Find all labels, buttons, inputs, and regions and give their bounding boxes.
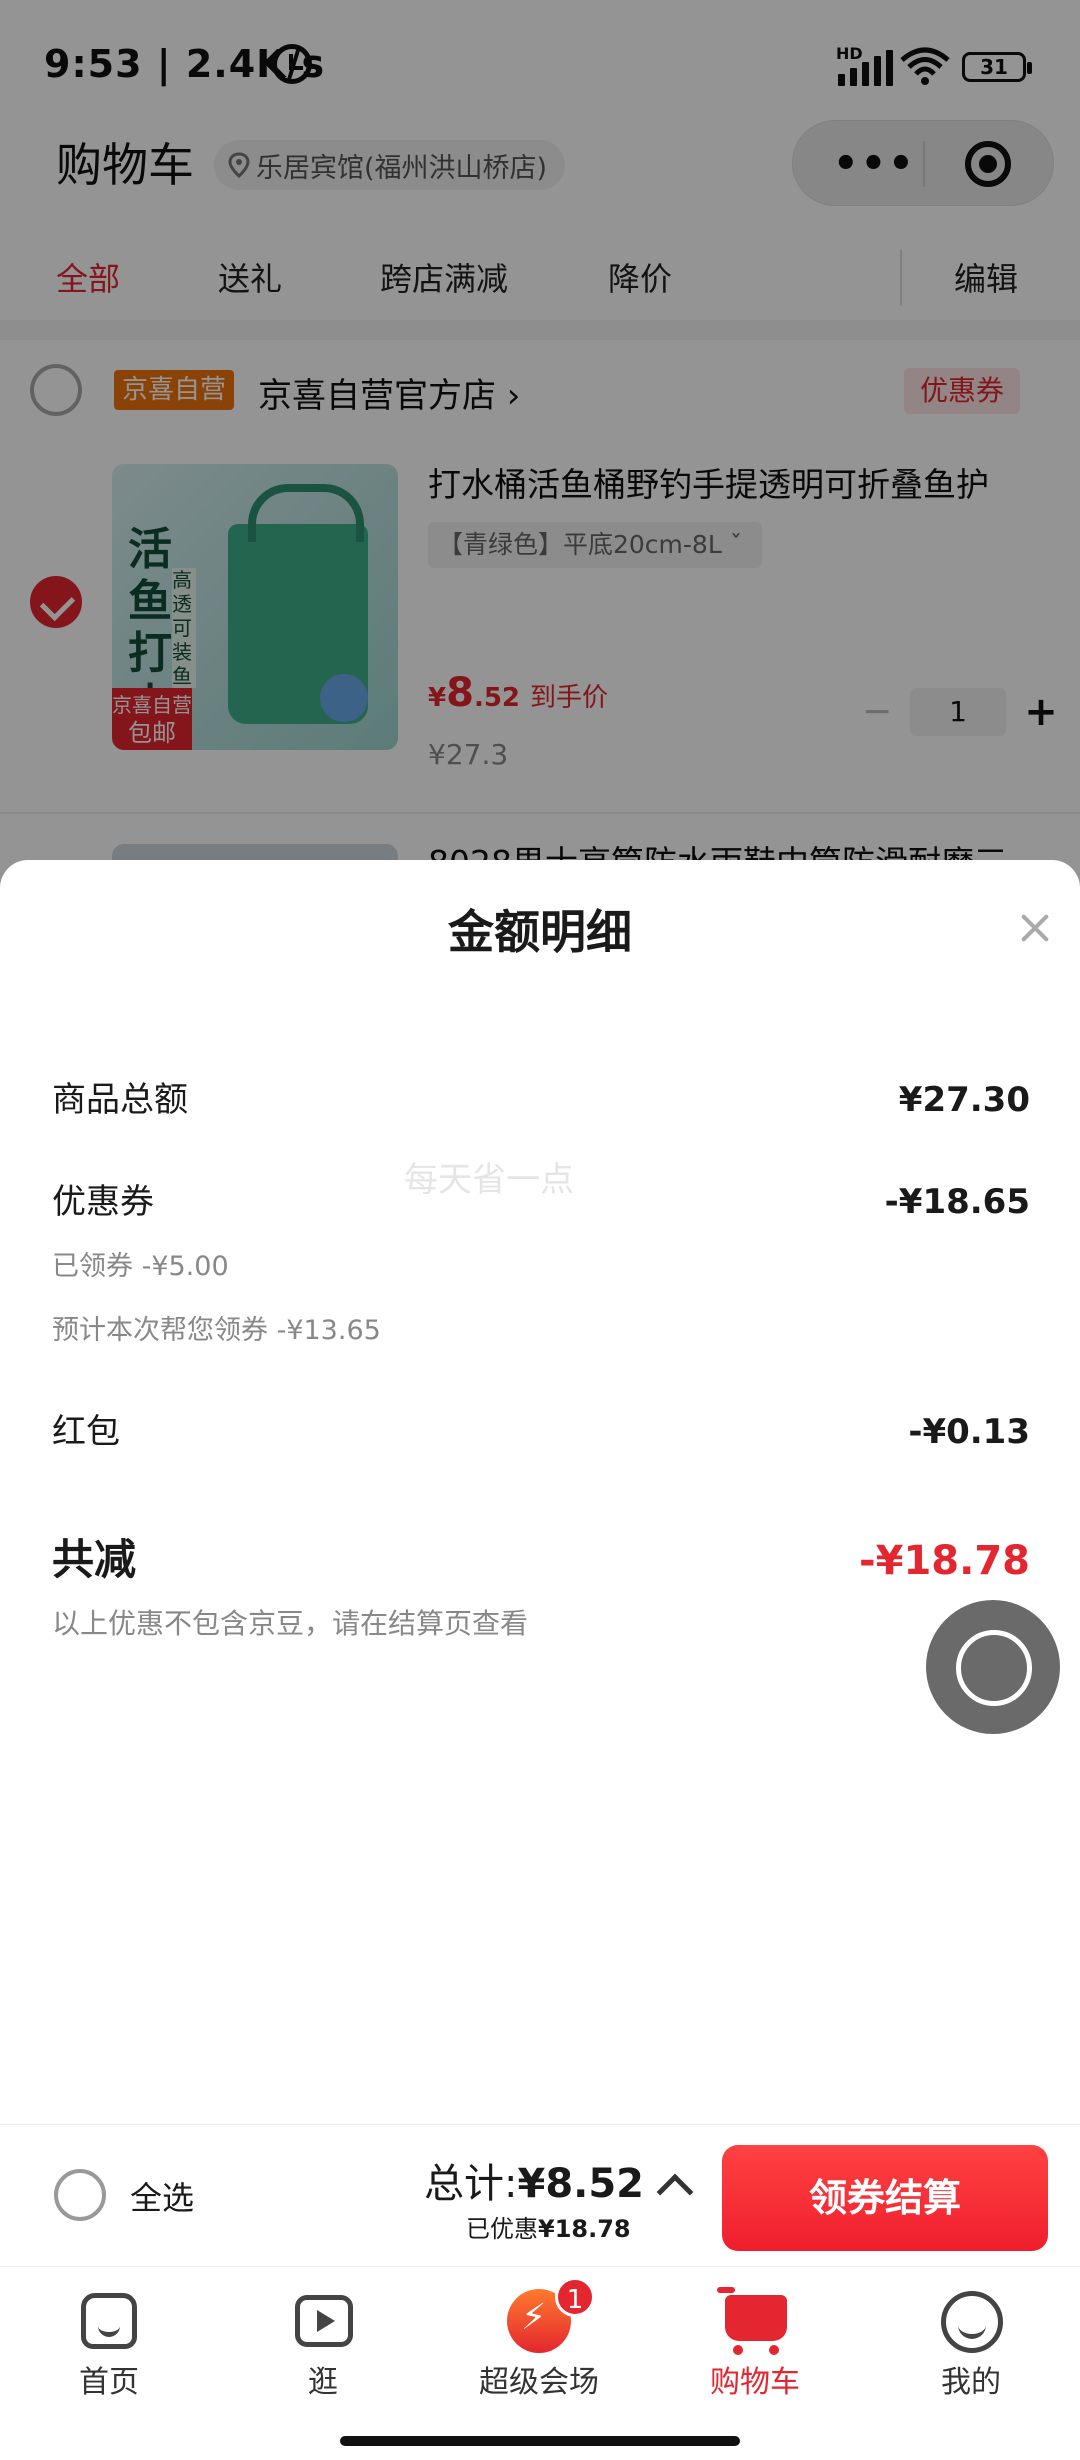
goods-total-value: ¥27.30	[898, 1080, 1030, 1120]
nav-cart-label: 购物车	[710, 2365, 800, 2400]
nav-mine[interactable]: 我的	[896, 2287, 1046, 2401]
total-discount-value: -¥18.78	[859, 1538, 1030, 1584]
coupon-estimate-text: 预计本次帮您领券 -¥13.65	[52, 1315, 381, 1346]
floating-assistive-button[interactable]	[926, 1600, 1060, 1734]
nav-browse[interactable]: 逛	[248, 2287, 398, 2401]
coupon-row: 优惠券 -¥18.65	[52, 1174, 1030, 1223]
checkout-total: 总计:¥8.52	[424, 2151, 644, 2209]
nav-home-label: 首页	[79, 2365, 139, 2400]
price-detail-sheet: 金额明细 每天省一点 商品总额 ¥27.30 优惠券 -¥18.65 已领券 -…	[0, 860, 1080, 2124]
goods-total-label: 商品总额	[52, 1080, 188, 1120]
chevron-up-icon[interactable]	[656, 2173, 694, 2211]
nav-super-venue[interactable]: 1 超级会场	[464, 2277, 614, 2401]
cart-icon	[717, 2287, 789, 2355]
close-icon[interactable]	[1016, 910, 1052, 946]
play-icon	[289, 2287, 357, 2353]
nav-cart[interactable]: 购物车	[680, 2287, 830, 2401]
total-discount-row: 共减 -¥18.78	[52, 1526, 1030, 1587]
notification-badge: 1	[555, 2277, 595, 2317]
total-discount-label: 共减	[52, 1535, 137, 1584]
nav-super-venue-label: 超级会场	[479, 2365, 599, 2400]
saved-amount: ¥18.78	[538, 2215, 631, 2243]
smile-icon	[937, 2287, 1005, 2353]
total-amount: ¥8.52	[517, 2161, 645, 2207]
coupon-claimed-text: 已领券 -¥5.00	[52, 1251, 229, 1282]
nav-home[interactable]: 首页	[34, 2287, 184, 2401]
flash-icon: 1	[505, 2277, 595, 2353]
coupon-label: 优惠券	[52, 1182, 154, 1222]
nav-mine-label: 我的	[941, 2365, 1001, 2400]
select-all-label[interactable]: 全选	[130, 2173, 194, 2219]
discount-note: 以上优惠不包含京豆，请在结算页查看	[52, 1607, 529, 1640]
total-prefix: 总计:	[424, 2161, 518, 2207]
select-all-radio[interactable]	[54, 2169, 106, 2221]
home-indicator[interactable]	[340, 2436, 740, 2446]
goods-total-row: 商品总额 ¥27.30	[52, 1072, 1030, 1121]
sheet-title: 金额明细	[448, 905, 632, 959]
checkout-bar: 全选 总计:¥8.52 已优惠¥18.78 领券结算	[0, 2124, 1080, 2266]
bottom-tab-bar: 首页 逛 1 超级会场 购物车 我的	[0, 2266, 1080, 2460]
nav-browse-label: 逛	[308, 2365, 338, 2400]
checkout-saved: 已优惠¥18.78	[466, 2209, 631, 2244]
redpacket-value: -¥0.13	[908, 1412, 1030, 1452]
checkout-button[interactable]: 领券结算	[722, 2145, 1048, 2251]
redpacket-label: 红包	[52, 1412, 120, 1452]
redpacket-row: 红包 -¥0.13	[52, 1404, 1030, 1453]
home-icon	[75, 2287, 143, 2353]
coupon-value: -¥18.65	[884, 1182, 1030, 1222]
saved-prefix: 已优惠	[466, 2215, 538, 2243]
